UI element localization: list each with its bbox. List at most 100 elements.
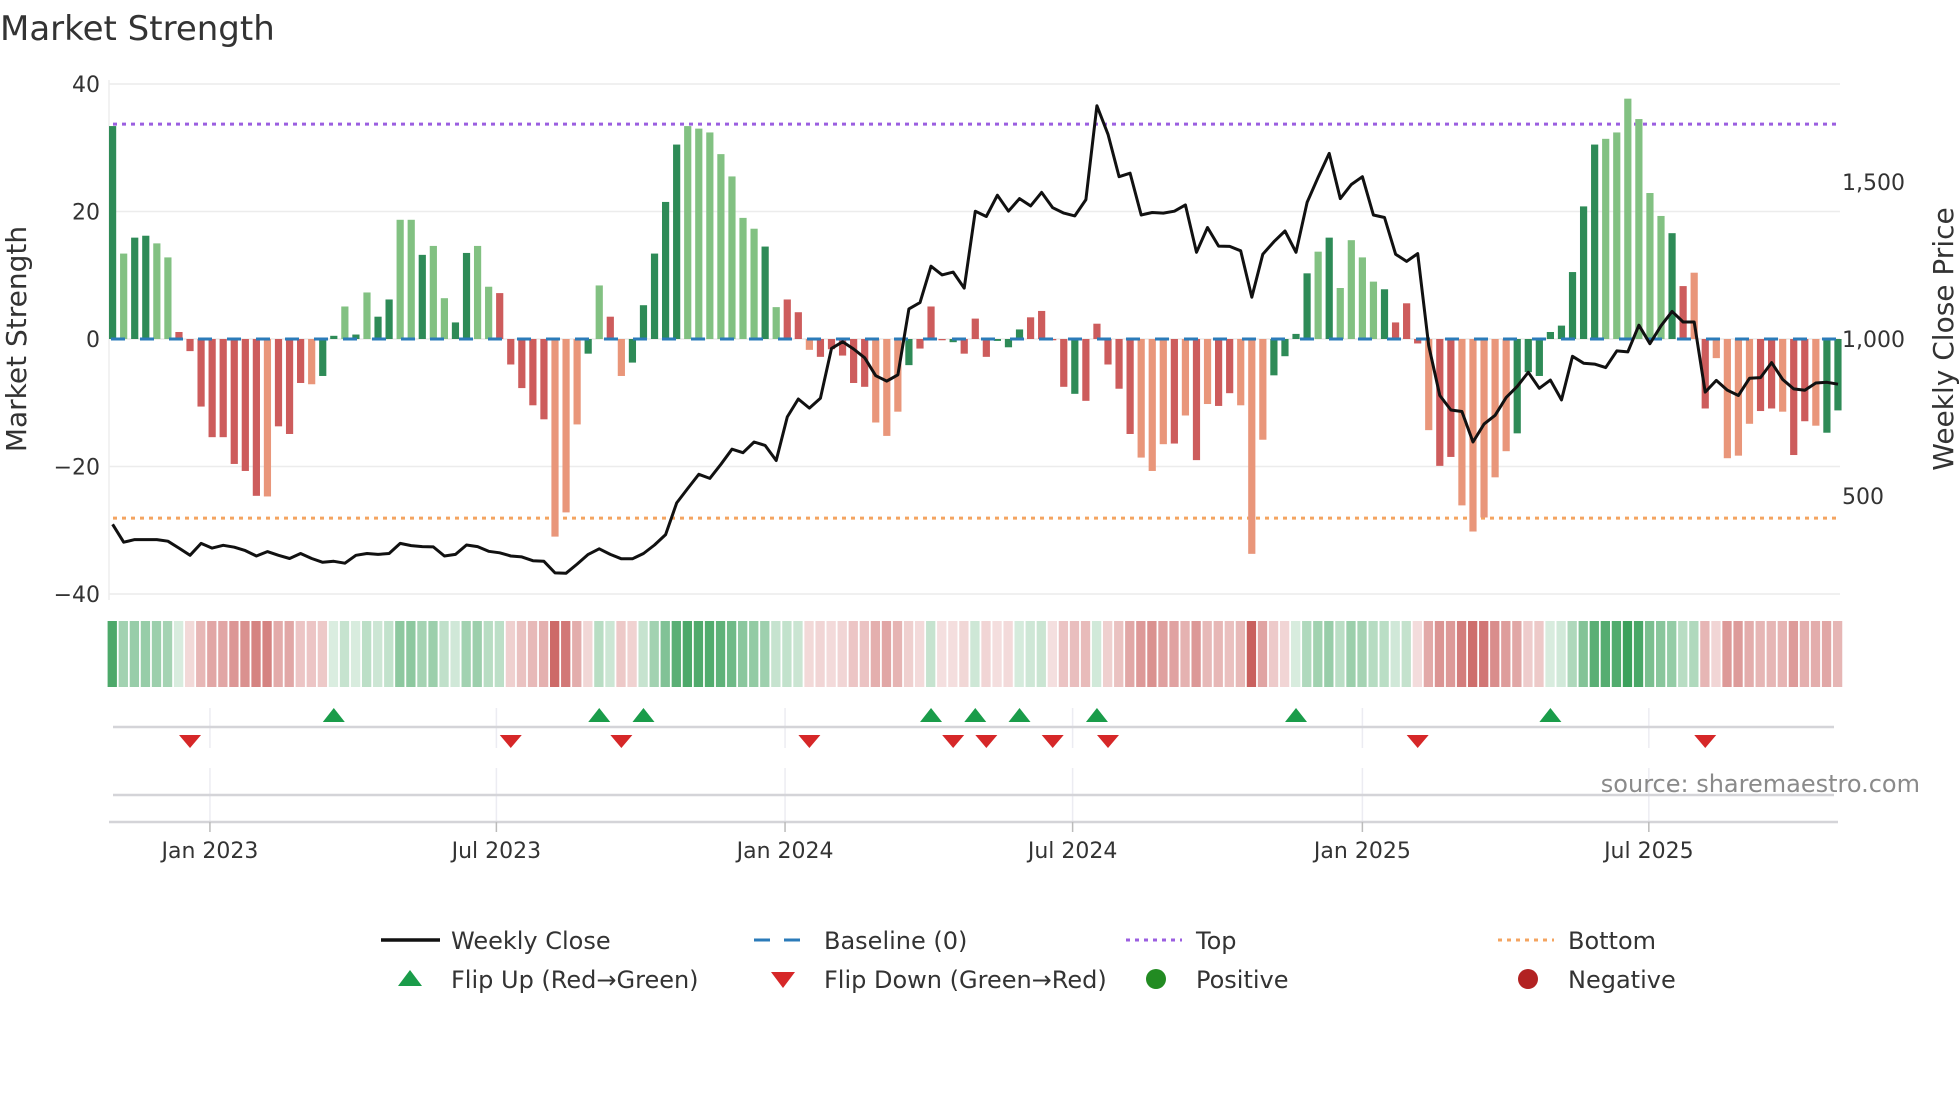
- legend-flip-up-icon: [398, 970, 422, 986]
- strength-tile: [1556, 621, 1566, 687]
- strength-bars: [109, 98, 1842, 554]
- strength-tile: [815, 621, 825, 687]
- strength-bar: [706, 132, 714, 339]
- strength-bar: [319, 339, 327, 376]
- strength-tile: [262, 621, 272, 687]
- strength-tile: [1689, 621, 1699, 687]
- strength-tile: [395, 621, 405, 687]
- strength-bar: [1082, 339, 1090, 401]
- strength-bar: [341, 306, 349, 339]
- strength-bar: [330, 335, 338, 339]
- strength-bar: [109, 126, 117, 339]
- strength-bar: [1535, 339, 1543, 376]
- strength-tile: [572, 621, 582, 687]
- strength-tile: [1390, 621, 1400, 687]
- strength-bar: [1281, 339, 1289, 357]
- strength-tile: [1644, 621, 1655, 687]
- strength-bar: [131, 237, 139, 339]
- strength-tile: [173, 621, 184, 687]
- strength-bar: [1126, 339, 1134, 434]
- strength-tile: [594, 621, 604, 687]
- strength-bar: [551, 339, 559, 537]
- strength-bar: [673, 144, 681, 339]
- strength-tile: [1180, 621, 1190, 687]
- strength-tile: [1025, 621, 1035, 687]
- strength-tile: [1711, 621, 1721, 687]
- strength-bar: [1568, 272, 1577, 339]
- strength-bar: [982, 339, 990, 357]
- flip-down-marker: [1041, 735, 1064, 748]
- strength-bar: [407, 219, 415, 339]
- strength-tile: [760, 621, 770, 687]
- strength-bar: [1347, 240, 1355, 339]
- strength-tile: [693, 621, 704, 687]
- strength-tile: [903, 621, 914, 687]
- flip-up-marker: [920, 708, 943, 722]
- strength-bar: [1801, 339, 1809, 422]
- strength-tile: [1114, 621, 1124, 687]
- strength-tile: [771, 621, 781, 687]
- strength-bar: [1192, 339, 1201, 461]
- strength-bar: [540, 339, 548, 420]
- strength-bar: [230, 339, 238, 464]
- strength-tile: [505, 621, 516, 687]
- x-tick-label: Jan 2024: [735, 839, 834, 864]
- legend-negative-icon: [1518, 969, 1538, 989]
- strength-bar: [363, 292, 371, 339]
- strength-tile: [1169, 621, 1179, 687]
- legend-label: Weekly Close: [451, 927, 611, 955]
- strength-bar: [650, 253, 659, 339]
- strength-tile: [1324, 621, 1334, 687]
- strength-bar: [628, 339, 637, 363]
- strength-bar: [485, 286, 493, 339]
- strength-tile: [1777, 621, 1787, 687]
- strength-bar: [562, 339, 570, 513]
- flip-up-marker: [322, 708, 345, 722]
- strength-bar: [1181, 339, 1190, 416]
- strength-tile: [1257, 621, 1268, 687]
- y-tick-label: −20: [54, 456, 100, 481]
- strength-bar: [1723, 339, 1731, 459]
- strength-tile: [914, 621, 925, 687]
- strength-bar: [1038, 310, 1046, 339]
- strength-tile: [1047, 621, 1057, 687]
- flip-up-marker: [964, 708, 987, 722]
- strength-bar: [639, 305, 648, 339]
- strength-tile: [1678, 621, 1688, 687]
- strength-bar: [728, 176, 736, 339]
- strength-bar: [1712, 339, 1720, 359]
- strength-bar: [1215, 339, 1223, 406]
- strength-bar: [1734, 339, 1743, 456]
- strength-tile: [616, 621, 626, 687]
- strength-bar: [1491, 339, 1499, 478]
- strength-tile: [328, 621, 339, 687]
- strength-tile: [1091, 621, 1102, 687]
- strength-bar: [1314, 251, 1322, 339]
- strength-tile: [1335, 621, 1345, 687]
- strength-bar: [263, 339, 272, 497]
- strength-tile: [1246, 621, 1257, 687]
- strength-bar: [1292, 333, 1300, 339]
- flip-down-marker: [798, 735, 821, 748]
- strength-tile: [428, 621, 438, 687]
- strength-bar: [1104, 339, 1112, 365]
- strength-bar: [1668, 233, 1676, 339]
- strength-tile: [1235, 621, 1246, 687]
- strength-bar: [695, 128, 703, 339]
- strength-bar: [960, 339, 968, 354]
- strength-tile: [1490, 621, 1500, 687]
- y-tick-label: 20: [72, 201, 100, 226]
- legend: Weekly Close Baseline (0) Top Bottom Flip Up…: [381, 927, 1676, 994]
- strength-tile: [1578, 621, 1588, 687]
- strength-bar: [1369, 281, 1378, 339]
- strength-tile: [1003, 621, 1013, 687]
- strength-tile: [439, 621, 449, 687]
- strength-bar: [1679, 286, 1687, 339]
- strength-bar: [1358, 257, 1366, 339]
- strength-tile: [782, 621, 792, 687]
- strength-bar: [662, 201, 670, 339]
- flip-down-marker: [975, 735, 998, 748]
- strength-tile: [196, 621, 206, 687]
- y2-tick-label: 1,500: [1842, 171, 1905, 196]
- legend-flip-down-icon: [771, 972, 795, 988]
